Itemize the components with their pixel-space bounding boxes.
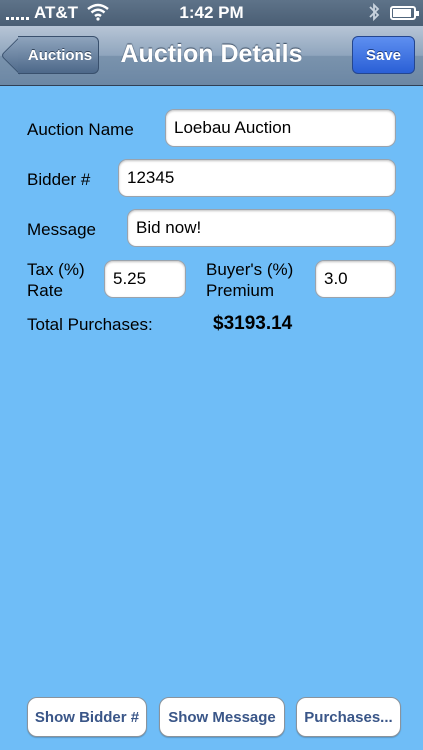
message-field[interactable]: Bid now!: [127, 209, 396, 247]
buyers-premium-field[interactable]: 3.0: [315, 260, 396, 298]
buyers-premium-label-line1: Buyer's (%): [206, 260, 294, 279]
auction-name-field[interactable]: Loebau Auction: [165, 109, 396, 147]
total-purchases-label: Total Purchases:: [27, 315, 153, 334]
auction-name-label: Auction Name: [27, 120, 134, 139]
tax-rate-label-line2: Rate: [27, 281, 63, 300]
battery-charging-icon: [390, 6, 419, 20]
buyers-premium-label: Buyer's (%) Premium: [206, 259, 293, 301]
status-bar: AT&T 1:42 PM: [0, 0, 423, 26]
tax-rate-label: Tax (%) Rate: [27, 259, 85, 301]
purchases-button[interactable]: Purchases...: [296, 697, 401, 737]
total-purchases-value: $3193.14: [213, 313, 293, 334]
page-title: Auction Details: [120, 40, 303, 68]
show-bidder-button[interactable]: Show Bidder #: [27, 697, 147, 737]
tax-rate-field[interactable]: 5.25: [104, 260, 186, 298]
bluetooth-icon: [368, 2, 380, 27]
tax-rate-label-line1: Tax (%): [27, 260, 85, 279]
back-button[interactable]: Auctions: [18, 36, 99, 74]
bidder-label: Bidder #: [27, 170, 91, 189]
save-button[interactable]: Save: [352, 36, 415, 74]
show-message-button[interactable]: Show Message: [159, 697, 285, 737]
status-time: 1:42 PM: [179, 3, 244, 22]
buyers-premium-label-line2: Premium: [206, 281, 275, 300]
bidder-number-field[interactable]: 12345: [118, 159, 396, 197]
message-label: Message: [27, 220, 96, 239]
navigation-bar: Auctions Auction Details Save: [0, 26, 423, 86]
